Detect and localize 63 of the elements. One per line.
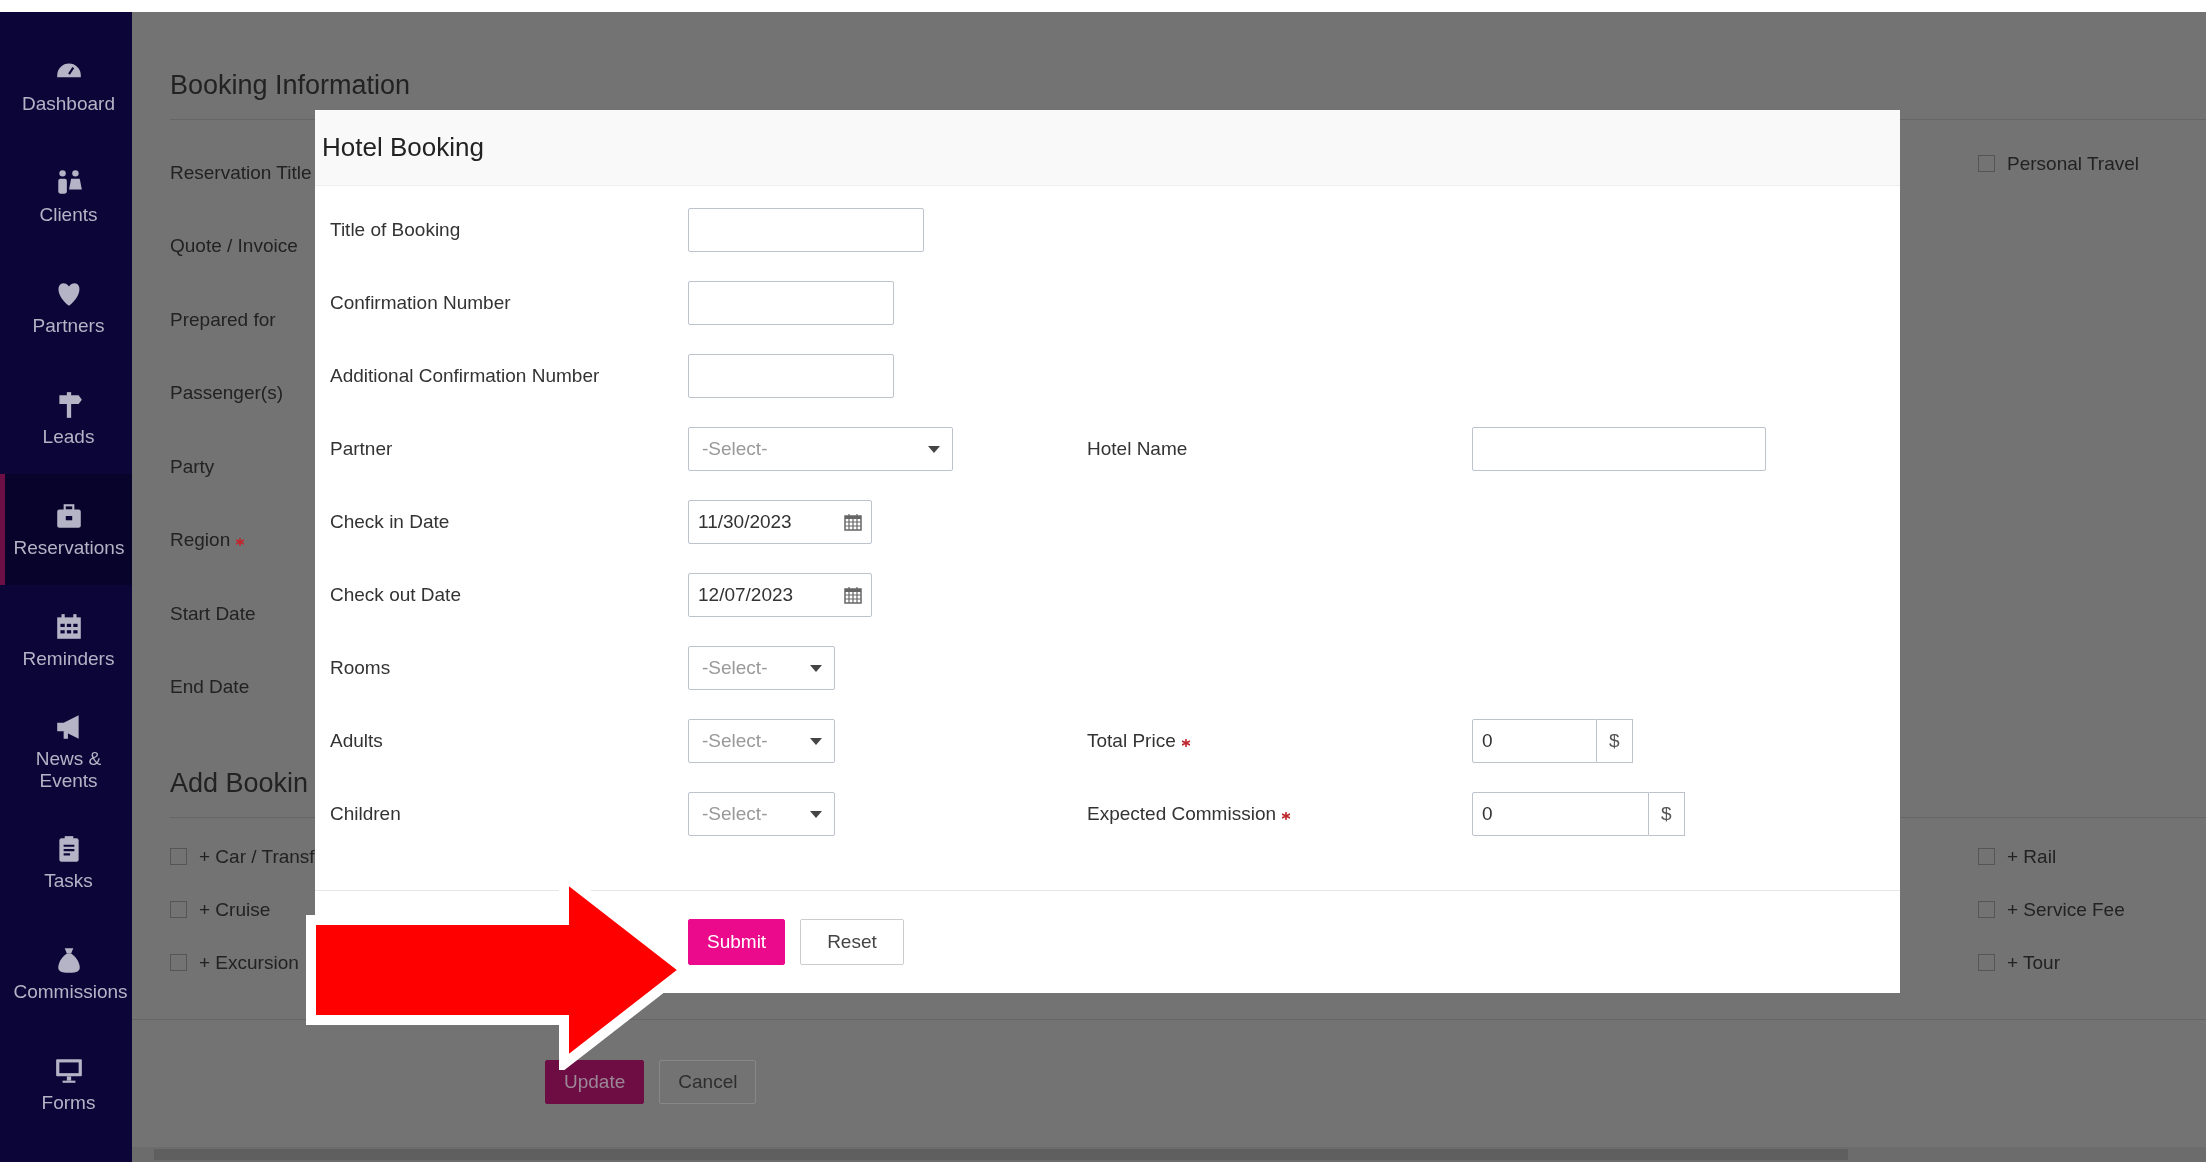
field-label: Hotel Name — [1087, 438, 1188, 460]
checkbox-label: + Excursion — [199, 951, 299, 974]
price-field[interactable]: 0 — [1472, 792, 1649, 836]
field-label: Region — [170, 529, 231, 552]
caret-icon — [810, 664, 822, 672]
date-field[interactable]: 11/30/2023 — [688, 500, 872, 544]
checkbox[interactable] — [170, 848, 187, 865]
field-label: Check in Date — [330, 511, 450, 533]
field-label: Partner — [330, 438, 393, 460]
sidebar-item[interactable]: Reminders — [0, 585, 132, 696]
field-label: Total Price — [1087, 730, 1176, 752]
field-label: Start Date — [170, 602, 256, 625]
horizontal-scrollbar[interactable] — [132, 1147, 2206, 1162]
currency-addon: $ — [1597, 719, 1633, 763]
checkbox-label: + Cruise — [199, 898, 271, 921]
sidebar-item[interactable]: Reservations — [0, 474, 132, 585]
sidebar-item[interactable]: Clients — [0, 141, 132, 252]
price-field[interactable]: 0 — [1472, 719, 1597, 763]
sidebar-item[interactable]: Dashboard — [0, 30, 132, 141]
checkbox[interactable] — [170, 954, 187, 971]
field-label: Check out Date — [330, 584, 461, 606]
currency-addon: $ — [1649, 792, 1685, 836]
date-field[interactable]: 12/07/2023 — [688, 573, 872, 617]
checkbox-label: Personal Travel — [2007, 152, 2139, 175]
sidebar-item[interactable]: Leads — [0, 363, 132, 474]
checkbox[interactable] — [1978, 901, 1995, 918]
calendar-icon — [844, 513, 862, 531]
sidebar-item[interactable]: Commissions — [0, 918, 132, 1029]
caret-icon — [810, 737, 822, 745]
checkbox-label: + Car / Transf — [199, 845, 315, 868]
field-label: Prepared for — [170, 308, 276, 331]
checkbox[interactable] — [1978, 954, 1995, 971]
checkbox[interactable] — [1978, 848, 1995, 865]
field-label: Additional Confirmation Number — [330, 365, 600, 387]
text-field[interactable] — [1472, 427, 1766, 471]
field-label: Rooms — [330, 657, 391, 679]
field-label: Party — [170, 455, 215, 478]
field-label: Passenger(s) — [170, 382, 283, 405]
text-field[interactable] — [688, 281, 894, 325]
submit-button[interactable]: Submit — [688, 919, 786, 965]
checkbox-label: + Service Fee — [2007, 898, 2125, 921]
sidebar-item[interactable]: Forms — [0, 1029, 132, 1140]
field-label: Quote / Invoice — [170, 235, 298, 258]
field-label: Adults — [330, 730, 383, 752]
field-label: Title of Booking — [330, 219, 461, 241]
sidebar-item[interactable]: News & Events — [0, 696, 132, 807]
caret-icon — [928, 445, 940, 453]
reset-button[interactable]: Reset — [800, 919, 904, 965]
text-field[interactable] — [688, 208, 924, 252]
calendar-icon — [844, 586, 862, 604]
checkbox-label: + Tour — [2007, 951, 2060, 974]
checkbox-label: + Rail — [2007, 845, 2057, 868]
sidebar-item[interactable]: Partners — [0, 252, 132, 363]
field-label: Reservation Title — [170, 161, 312, 184]
checkbox[interactable] — [170, 901, 187, 918]
field-label: Confirmation Number — [330, 292, 511, 314]
caret-icon — [810, 810, 822, 818]
sidebar-item[interactable]: Tasks — [0, 807, 132, 918]
text-field[interactable] — [688, 354, 894, 398]
dialog-title: Hotel Booking — [322, 132, 484, 163]
field-label: End Date — [170, 676, 250, 699]
update-button[interactable]: Update — [545, 1060, 645, 1104]
checkbox[interactable] — [1978, 155, 1995, 172]
